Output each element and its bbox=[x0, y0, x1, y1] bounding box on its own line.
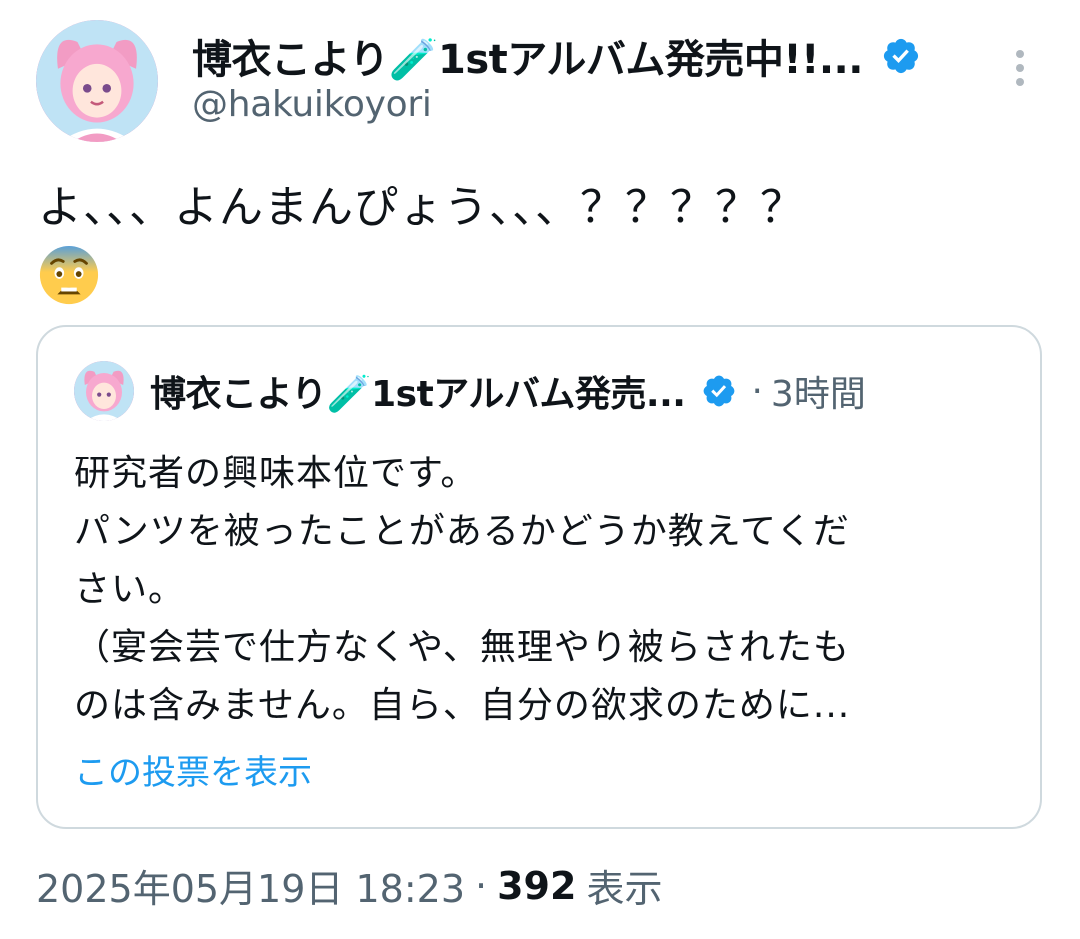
more-vertical-icon[interactable] bbox=[1008, 46, 1032, 90]
show-poll-link[interactable]: この投票を表示 bbox=[74, 745, 312, 794]
quote-header: 博衣こより🧪1stアルバム発売... · 3時間 bbox=[150, 363, 866, 419]
quote-text-line: 研究者の興味本位です。 bbox=[74, 453, 478, 494]
quote-text-line: さい。 bbox=[74, 569, 186, 610]
tweet-text: よ、、、よんまんぴょう、、、？？？？？ bbox=[38, 182, 805, 233]
quote-timestamp[interactable]: 3時間 bbox=[771, 365, 866, 417]
tweet-meta: 2025年05月19日 18:23 · 392 表示 bbox=[36, 858, 662, 913]
quote-separator: · bbox=[751, 370, 763, 412]
verified-badge-icon bbox=[883, 38, 919, 74]
author-display-name[interactable]: 博衣こより🧪1stアルバム発売中!!... bbox=[192, 27, 863, 85]
quote-text-line: のは含みません。自ら、自分の欲求のために... bbox=[74, 685, 851, 726]
views-count: 392 bbox=[497, 863, 577, 908]
quote-author-name[interactable]: 博衣こより🧪1stアルバム発売... bbox=[150, 365, 686, 417]
views-label: 表示 bbox=[586, 867, 663, 911]
tweet-timestamp[interactable]: 2025年05月19日 18:23 bbox=[36, 858, 465, 913]
quote-tweet-card[interactable]: 博衣こより🧪1stアルバム発売... · 3時間 研究者の興味本位です。 パンツ… bbox=[36, 325, 1042, 829]
author-handle[interactable]: @hakuikoyori bbox=[192, 84, 432, 125]
author-name-row[interactable]: 博衣こより🧪1stアルバム発売中!!... bbox=[192, 28, 921, 84]
quote-text: 研究者の興味本位です。 パンツを被ったことがあるかどうか教えてくだ さい。 （宴… bbox=[74, 445, 1004, 735]
quote-text-line: （宴会芸で仕方なくや、無理やり被らされたも bbox=[74, 627, 850, 668]
quote-author-avatar[interactable] bbox=[74, 361, 134, 421]
quote-text-line: パンツを被ったことがあるかどうか教えてくだ bbox=[74, 511, 850, 552]
verified-badge-icon bbox=[704, 375, 735, 407]
avatar-image bbox=[74, 361, 134, 421]
fearful-face-emoji bbox=[39, 245, 99, 305]
meta-separator: · bbox=[475, 863, 488, 908]
author-avatar[interactable] bbox=[36, 20, 158, 142]
tweet: 博衣こより🧪1stアルバム発売中!!... @hakuikoyori よ、、、よ… bbox=[0, 0, 1080, 939]
avatar-image bbox=[36, 20, 158, 142]
